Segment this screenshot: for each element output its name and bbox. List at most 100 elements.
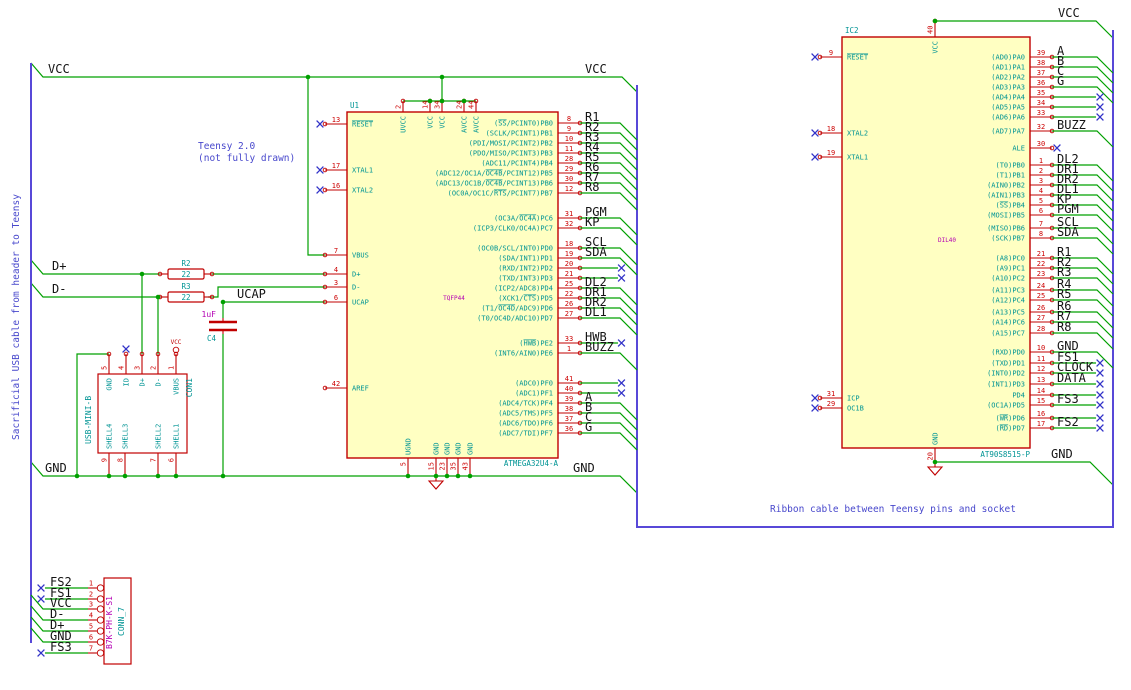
wire[interactable] bbox=[1052, 130, 1114, 148]
net-label[interactable]: GND bbox=[45, 461, 67, 475]
pin-number: 17 bbox=[332, 162, 340, 170]
pin-name: (T1)PB1 bbox=[995, 172, 1025, 180]
net-label[interactable]: GND bbox=[573, 461, 595, 475]
u1-value[interactable]: ATMEGA32U4-A bbox=[504, 459, 559, 468]
pin-name: (ADC12/OC1A/OC4B/PCINT12)PB5 bbox=[435, 170, 553, 178]
u1-ref[interactable]: U1 bbox=[350, 101, 359, 110]
net-label[interactable]: UCAP bbox=[237, 287, 266, 301]
net-label[interactable]: D+ bbox=[52, 259, 66, 273]
no-connect-x[interactable] bbox=[316, 120, 324, 128]
net-label[interactable]: BUZZ bbox=[1057, 118, 1086, 132]
wire[interactable] bbox=[30, 62, 638, 93]
no-connect-x[interactable] bbox=[811, 153, 819, 161]
net-label[interactable]: DL1 bbox=[585, 305, 607, 319]
no-connect-x[interactable] bbox=[811, 129, 819, 137]
r3-value[interactable]: 22 bbox=[181, 293, 190, 302]
wire[interactable] bbox=[208, 286, 325, 298]
no-connect-x[interactable] bbox=[811, 394, 819, 402]
wire[interactable] bbox=[30, 282, 160, 298]
pin-name: (OC0A/OC1C/RTS/PCINT7)PB7 bbox=[448, 190, 553, 198]
net-label[interactable]: VCC bbox=[1058, 6, 1080, 20]
junction-dot bbox=[305, 74, 311, 80]
no-connect-x[interactable] bbox=[1096, 391, 1104, 399]
connector-contact-circle bbox=[96, 616, 105, 624]
net-label[interactable]: FS2 bbox=[1057, 415, 1079, 429]
pin-number: 3 bbox=[1039, 177, 1043, 185]
wire[interactable] bbox=[30, 259, 160, 275]
no-connect-x[interactable] bbox=[1096, 113, 1104, 121]
no-connect-x[interactable] bbox=[316, 166, 324, 174]
conn7-ref[interactable]: CONN_7 bbox=[117, 607, 126, 636]
no-connect-x[interactable] bbox=[316, 186, 324, 194]
wire[interactable] bbox=[580, 257, 638, 276]
ic2-value[interactable]: AT90S8515-P bbox=[980, 450, 1030, 459]
net-label[interactable]: FS3 bbox=[50, 640, 72, 654]
no-connect-x[interactable] bbox=[1096, 424, 1104, 432]
r2-ref[interactable]: R2 bbox=[181, 259, 190, 268]
pin-number: 37 bbox=[565, 415, 573, 423]
net-label[interactable]: R8 bbox=[1057, 320, 1071, 334]
con1-ref[interactable]: CON1 bbox=[185, 378, 194, 397]
note-usb-cable[interactable]: Sacrificial USB cable from header to Tee… bbox=[11, 194, 22, 440]
wire[interactable] bbox=[307, 77, 325, 256]
no-connect-x[interactable] bbox=[1096, 380, 1104, 388]
note-ribbon-cable[interactable]: Ribbon cable between Teensy pins and soc… bbox=[770, 504, 1016, 515]
net-label[interactable]: PGM bbox=[1057, 202, 1079, 216]
no-connect-x[interactable] bbox=[811, 404, 819, 412]
conn7-value[interactable]: B7K-PH-K-S1 bbox=[105, 596, 114, 649]
con1-value[interactable]: USB-MINI-B bbox=[84, 396, 93, 444]
ic2-ref[interactable]: IC2 bbox=[845, 26, 859, 35]
wire[interactable] bbox=[1052, 86, 1114, 104]
wire[interactable] bbox=[935, 461, 1114, 486]
pin-number: 27 bbox=[1037, 314, 1045, 322]
no-connect-x[interactable] bbox=[37, 649, 45, 657]
pin-name: GND bbox=[433, 442, 441, 455]
no-connect-x[interactable] bbox=[617, 389, 626, 397]
net-label[interactable]: VCC bbox=[585, 62, 607, 76]
note-teensy-title[interactable]: Teensy 2.0 bbox=[198, 141, 255, 152]
no-connect-x[interactable] bbox=[1096, 369, 1104, 377]
c4-value[interactable]: 1uF bbox=[202, 310, 217, 319]
wire[interactable] bbox=[76, 353, 109, 476]
net-label[interactable]: G bbox=[1057, 74, 1064, 88]
no-connect-x[interactable] bbox=[1096, 93, 1104, 101]
net-label[interactable]: GND bbox=[1051, 447, 1073, 461]
no-connect-x[interactable] bbox=[37, 595, 45, 603]
junction-dot bbox=[155, 473, 161, 479]
no-connect-x[interactable] bbox=[1096, 103, 1104, 111]
pin-number: 29 bbox=[565, 165, 573, 173]
pin-name: SHELL2 bbox=[155, 424, 163, 449]
net-label[interactable]: KP bbox=[585, 215, 599, 229]
no-connect-x[interactable] bbox=[1096, 359, 1104, 367]
c4-ref[interactable]: C4 bbox=[207, 334, 217, 343]
pin-number: 15 bbox=[1037, 397, 1045, 405]
r3-ref[interactable]: R3 bbox=[181, 282, 190, 291]
no-connect-x[interactable] bbox=[617, 339, 626, 347]
pin-name: (OC0B/SCL/INT0)PD0 bbox=[477, 245, 553, 253]
wire[interactable] bbox=[935, 20, 1114, 39]
r2-value[interactable]: 22 bbox=[181, 270, 190, 279]
no-connect-x[interactable] bbox=[37, 584, 45, 592]
net-label[interactable]: DATA bbox=[1057, 371, 1087, 385]
net-label[interactable]: SDA bbox=[585, 245, 607, 259]
net-label[interactable]: D- bbox=[52, 282, 66, 296]
no-connect-x[interactable] bbox=[617, 379, 626, 387]
no-connect-x[interactable] bbox=[617, 264, 626, 272]
net-label[interactable]: SDA bbox=[1057, 225, 1079, 239]
wire[interactable] bbox=[580, 352, 638, 371]
note-teensy-subtitle[interactable]: (not fully drawn) bbox=[198, 153, 295, 164]
pin-name: (ICP3/CLK0/OC4A)PC7 bbox=[473, 225, 553, 233]
no-connect-x[interactable] bbox=[811, 53, 819, 61]
wire[interactable] bbox=[580, 432, 638, 451]
net-label[interactable]: G bbox=[585, 420, 592, 434]
net-label[interactable]: VCC bbox=[48, 62, 70, 76]
net-label[interactable]: BUZZ bbox=[585, 340, 614, 354]
net-label[interactable]: FS3 bbox=[1057, 392, 1079, 406]
no-connect-x[interactable] bbox=[617, 274, 626, 282]
net-label[interactable]: R8 bbox=[585, 180, 599, 194]
no-connect-x[interactable] bbox=[1096, 414, 1104, 422]
pin-number: 20 bbox=[565, 260, 573, 268]
no-connect-x[interactable] bbox=[122, 345, 130, 353]
no-connect-x[interactable] bbox=[1096, 401, 1104, 409]
no-connect-x[interactable] bbox=[1053, 144, 1061, 152]
